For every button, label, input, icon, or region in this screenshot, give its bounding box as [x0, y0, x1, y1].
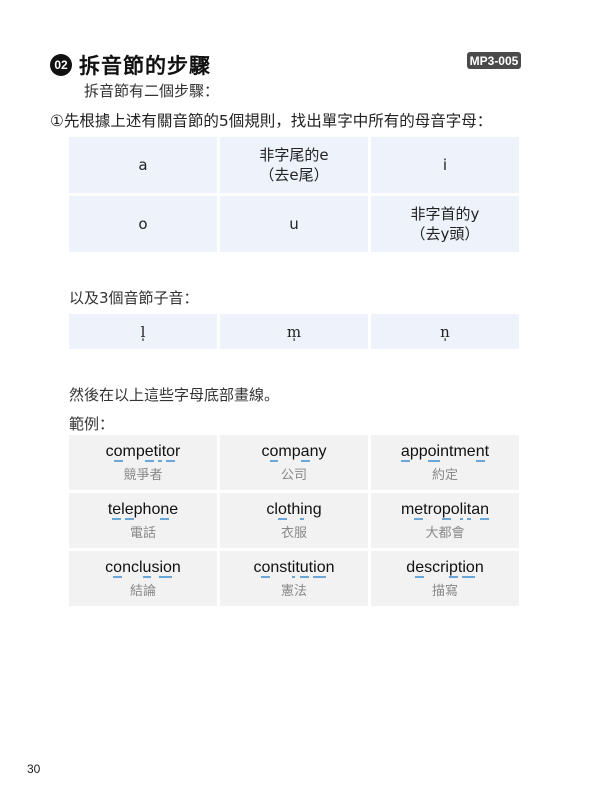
underlined-vowel: e: [415, 559, 425, 578]
vowel-label: o: [138, 215, 148, 233]
example-cell: constitution 憲法: [220, 551, 368, 606]
underlined-vowel: o: [277, 501, 287, 520]
example-cell: company 公司: [220, 435, 368, 490]
example-word: company: [261, 443, 327, 462]
example-gloss: 憲法: [280, 584, 307, 599]
example-gloss: 電話: [129, 526, 156, 541]
page-number: 30: [27, 762, 41, 776]
example-word: competitor: [105, 443, 181, 462]
underlined-vowel: n: [475, 443, 485, 462]
step-one-text: ①先根據上述有關音節的5個規則，找出單字中所有的母音字母：: [50, 112, 493, 130]
underlined-vowel: u: [299, 559, 309, 578]
vowel-cell: o: [69, 196, 217, 252]
example-gloss: 公司: [280, 468, 307, 483]
vowel-label: 非字尾的e: [259, 146, 329, 164]
example-cell: metropolitan 大都會: [371, 493, 519, 548]
vowel-table: a 非字尾的e （去e尾） i o u 非字首的y （去y頭）: [69, 137, 519, 252]
consonant-cell: l̩: [69, 314, 217, 349]
example-gloss: 大都會: [425, 526, 465, 541]
example-word: constitution: [253, 559, 335, 578]
example-gloss: 衣服: [280, 526, 307, 541]
example-table: competitor 競爭者 company 公司 appointment 約定 telep…: [69, 435, 519, 606]
underlined-vowel: o: [163, 559, 172, 578]
example-label: 範例：: [69, 415, 115, 433]
underlined-vowel: o: [113, 443, 123, 462]
example-word: appointment: [400, 443, 490, 462]
example-word: metropolitan: [400, 501, 490, 520]
instruction-text: 然後在以上這些字母底部畫線。: [69, 386, 280, 404]
example-cell: competitor 競爭者: [69, 435, 217, 490]
underlined-vowel: a: [400, 443, 410, 462]
section-number-badge: 02: [50, 54, 72, 76]
example-gloss: 結論: [129, 584, 156, 599]
underlined-vowel: o: [166, 443, 176, 462]
underlined-vowel: n: [480, 501, 490, 520]
underlined-vowel: e: [414, 501, 424, 520]
underlined-vowel: o: [316, 559, 326, 578]
example-word: telephone: [107, 501, 179, 520]
intro-text: 拆音節有二個步驟：: [84, 82, 220, 100]
vowel-cell: 非字首的y （去y頭）: [371, 196, 519, 252]
example-word: description: [406, 559, 484, 578]
example-word: clothing: [266, 501, 322, 520]
underlined-vowel: p: [448, 559, 458, 578]
consonants-label: 以及3個音節子音：: [69, 289, 199, 307]
underlined-vowel: e: [112, 501, 122, 520]
consonant-cell: n̩: [371, 314, 519, 349]
vowel-label: 非字首的y: [410, 205, 480, 223]
vowel-label: a: [138, 156, 148, 174]
underlined-vowel: p: [441, 501, 451, 520]
section-header: 02 拆音節的步驟: [50, 50, 211, 80]
underlined-vowel: o: [427, 443, 437, 462]
example-cell: conclusion 結論: [69, 551, 217, 606]
vowel-label: i: [442, 156, 448, 174]
example-word: conclusion: [105, 559, 181, 578]
underlined-vowel: a: [300, 443, 310, 462]
section-title: 拆音節的步驟: [79, 54, 211, 78]
example-cell: clothing 衣服: [220, 493, 368, 548]
underlined-vowel: n: [160, 501, 170, 520]
underlined-vowel: e: [144, 443, 154, 462]
example-gloss: 競爭者: [123, 468, 163, 483]
consonant-table: l̩ m̩ n̩: [69, 314, 519, 349]
consonant-cell: m̩: [220, 314, 368, 349]
vowel-note: （去y頭）: [410, 225, 480, 243]
vowel-note: （去e尾）: [259, 166, 329, 184]
example-gloss: 描寫: [431, 584, 458, 599]
example-gloss: 約定: [431, 468, 458, 483]
underlined-vowel: o: [465, 559, 475, 578]
audio-track-badge[interactable]: MP3-005: [467, 52, 521, 69]
example-cell: appointment 約定: [371, 435, 519, 490]
vowel-label: u: [289, 215, 299, 233]
vowel-cell: i: [371, 137, 519, 193]
vowel-cell: u: [220, 196, 368, 252]
vowel-cell: a: [69, 137, 217, 193]
vowel-cell: 非字尾的e （去e尾）: [220, 137, 368, 193]
example-cell: telephone 電話: [69, 493, 217, 548]
underlined-vowel: o: [113, 559, 123, 578]
underlined-vowel: e: [124, 501, 134, 520]
example-cell: description 描寫: [371, 551, 519, 606]
